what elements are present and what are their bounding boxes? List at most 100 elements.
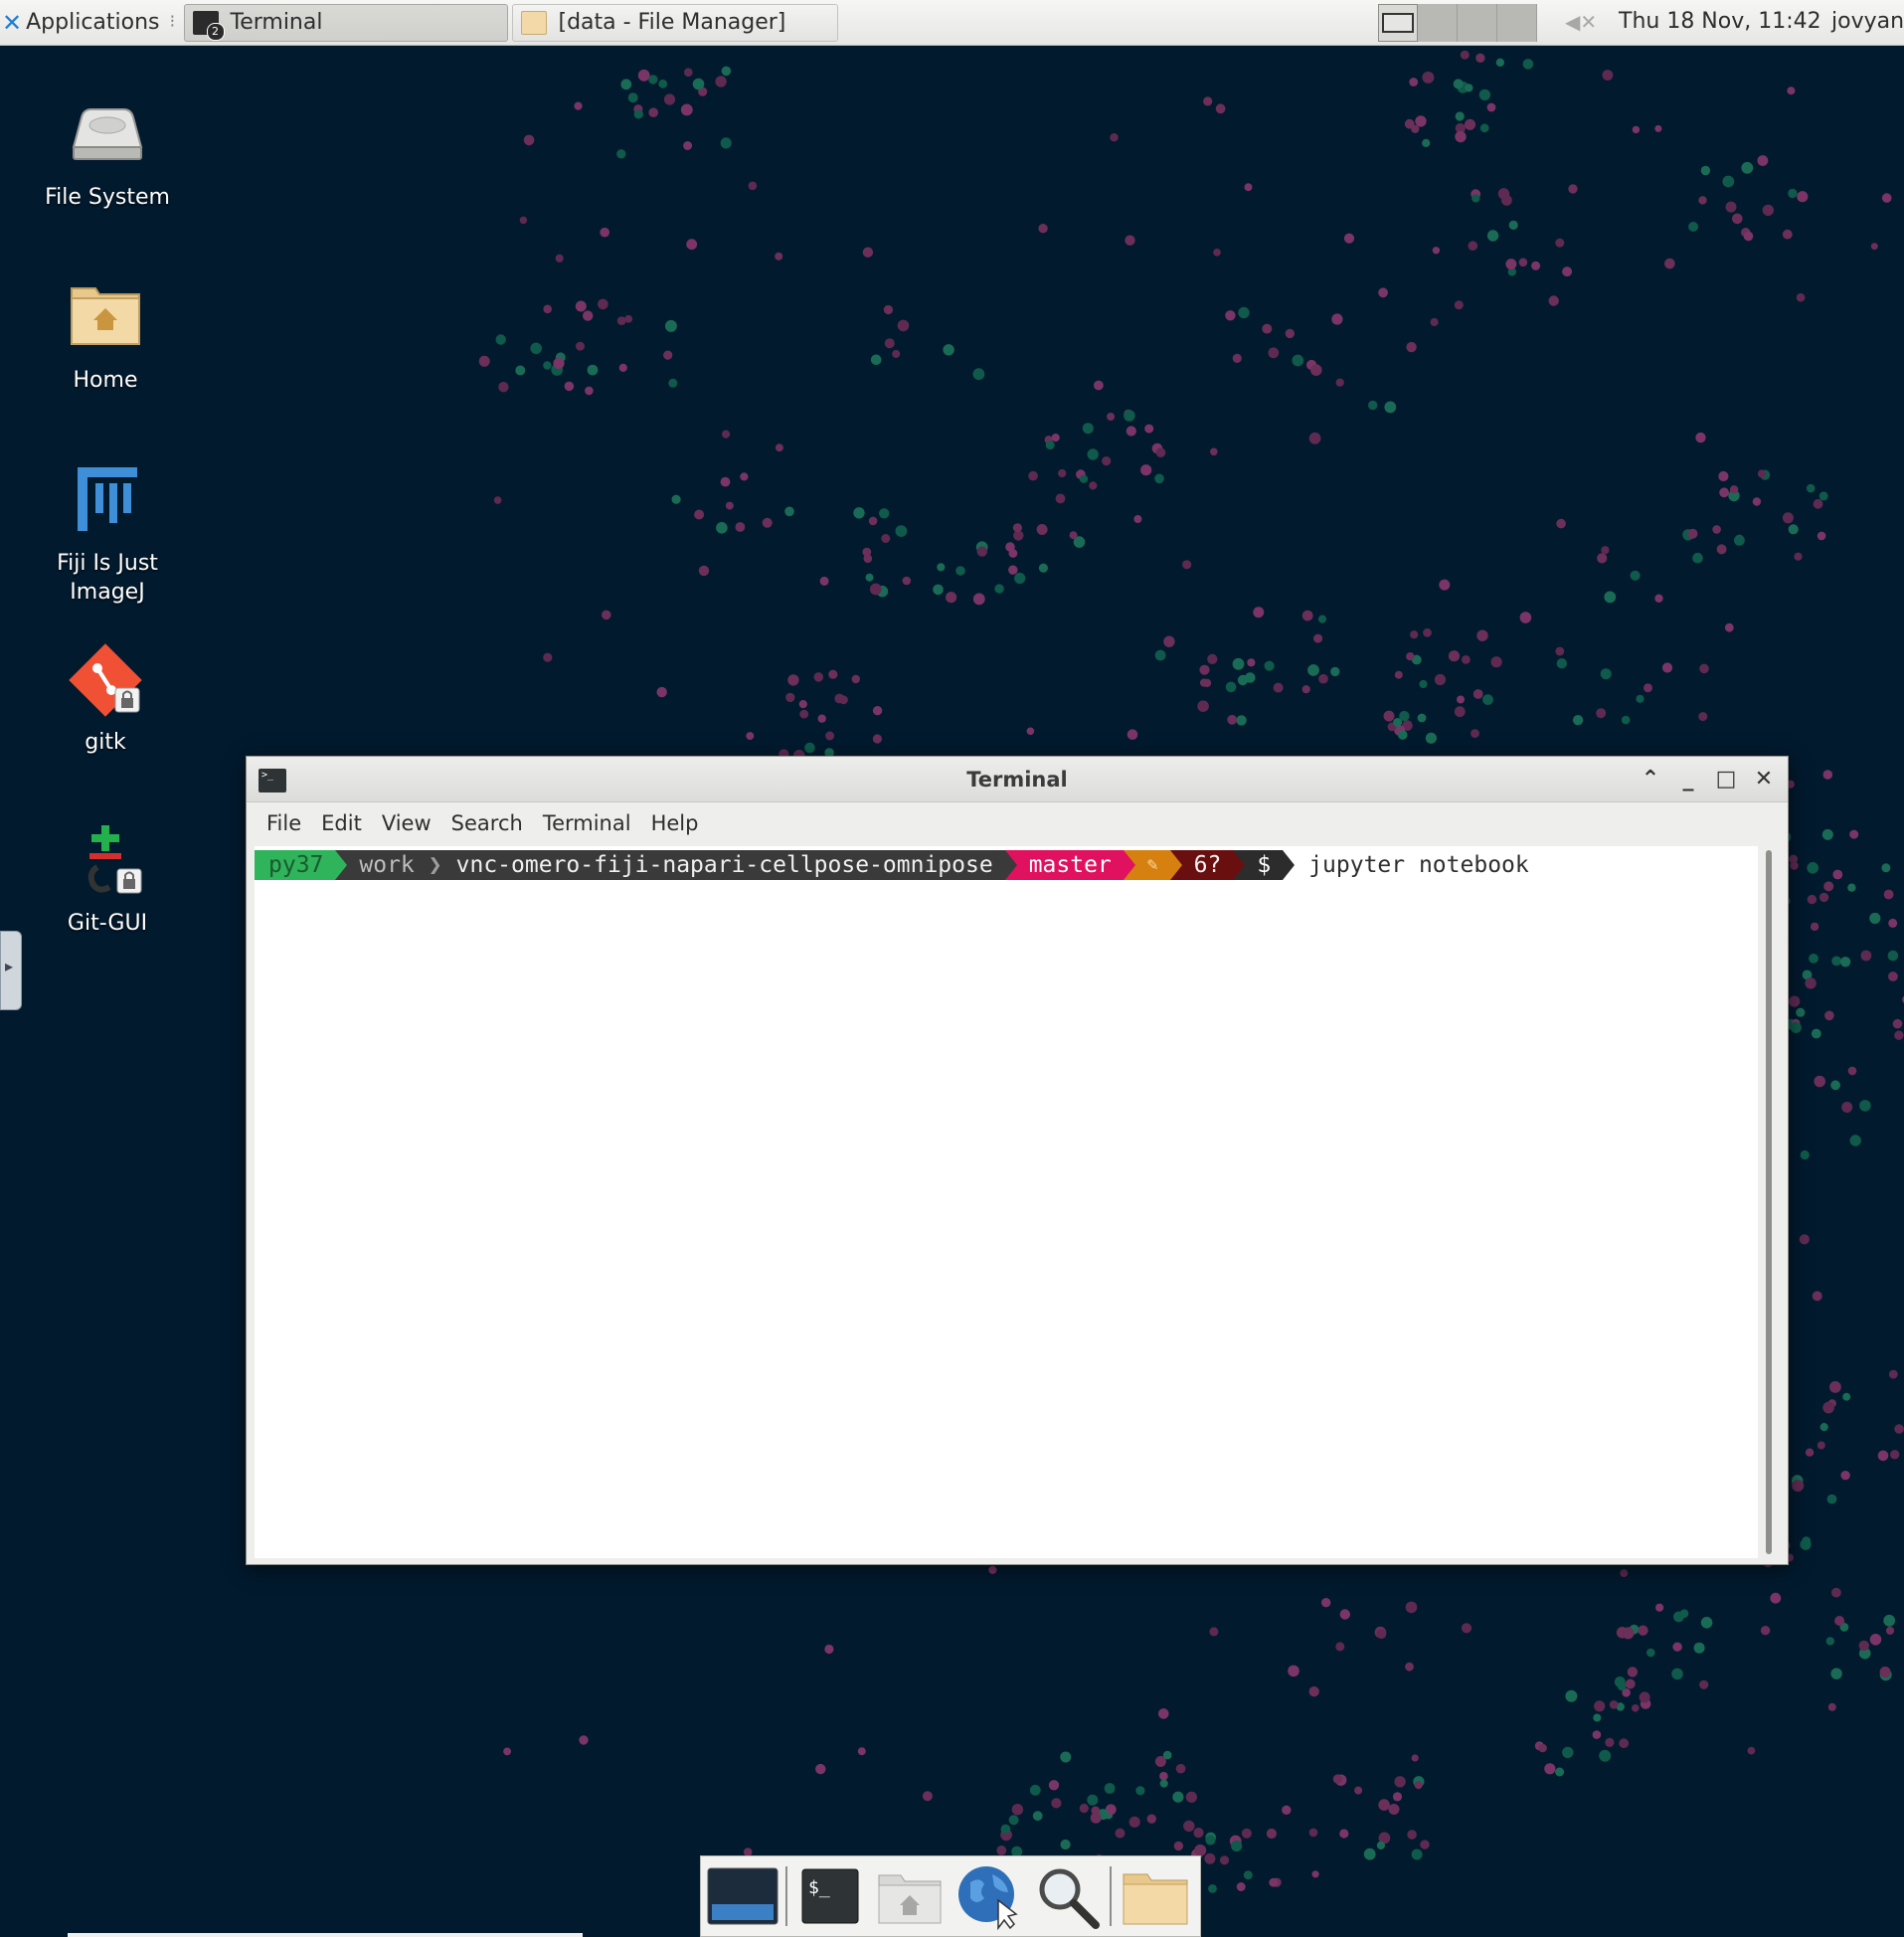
folder-icon[interactable] bbox=[1118, 1861, 1192, 1931]
wallpaper-dot bbox=[868, 516, 878, 526]
search-icon[interactable] bbox=[1029, 1861, 1104, 1931]
applications-menu-button[interactable]: ✕ Applications bbox=[0, 0, 166, 46]
wallpaper-dot bbox=[1622, 1627, 1635, 1640]
menu-search[interactable]: Search bbox=[441, 811, 533, 835]
wallpaper-dot bbox=[656, 686, 667, 698]
wallpaper-dot bbox=[1870, 243, 1878, 251]
wallpaper-dot bbox=[1273, 682, 1284, 693]
web-browser-icon[interactable] bbox=[951, 1861, 1025, 1931]
workspace-2[interactable] bbox=[1418, 4, 1458, 42]
wallpaper-dot bbox=[1722, 175, 1735, 188]
wallpaper-dot bbox=[478, 355, 490, 367]
wallpaper-dot bbox=[1008, 1815, 1019, 1826]
wallpaper-dot bbox=[1268, 347, 1280, 359]
wallpaper-dot bbox=[1544, 1763, 1556, 1775]
wallpaper-dot bbox=[1712, 525, 1721, 534]
desktop-icon-home[interactable]: Home bbox=[16, 278, 195, 395]
wallpaper-dot bbox=[1729, 485, 1739, 494]
wallpaper-dot bbox=[1045, 440, 1055, 450]
wallpaper-dot bbox=[543, 304, 552, 314]
menu-view[interactable]: View bbox=[372, 811, 441, 835]
window-titlebar[interactable]: >_ Terminal ⌃ _ □ ✕ bbox=[247, 757, 1788, 802]
terminal-scrollbar[interactable] bbox=[1762, 850, 1776, 1554]
user-menu[interactable]: jovyan bbox=[1831, 9, 1904, 34]
wallpaper-dot bbox=[1562, 1746, 1574, 1759]
minimize-button[interactable]: _ bbox=[1673, 765, 1703, 794]
wallpaper-dot bbox=[1814, 1075, 1825, 1088]
wallpaper-dot bbox=[1422, 138, 1431, 147]
wallpaper-dot bbox=[1471, 194, 1480, 203]
wallpaper-dot bbox=[1654, 124, 1662, 132]
maximize-button[interactable]: □ bbox=[1711, 765, 1741, 794]
desktop-icon-gitk[interactable]: gitk bbox=[16, 640, 195, 757]
wallpaper-dot bbox=[1841, 1102, 1853, 1113]
desktop-icon-git-gui[interactable]: Git-GUI bbox=[18, 821, 197, 938]
wallpaper-dot bbox=[1700, 1617, 1713, 1629]
wallpaper-dot bbox=[1301, 610, 1313, 621]
wallpaper-dot bbox=[543, 361, 552, 370]
terminal-icon[interactable]: $_ bbox=[793, 1861, 868, 1931]
wallpaper-dot bbox=[602, 610, 611, 620]
home-folder-icon bbox=[66, 278, 145, 358]
wallpaper-dot bbox=[1227, 714, 1238, 725]
workspace-4[interactable] bbox=[1497, 4, 1537, 42]
wallpaper-dot bbox=[1890, 1450, 1900, 1460]
wallpaper-dot bbox=[1565, 1689, 1578, 1702]
task-file-manager[interactable]: [data - File Manager] bbox=[511, 3, 838, 42]
wallpaper-dot bbox=[1135, 1786, 1145, 1796]
wallpaper-dot bbox=[813, 672, 824, 682]
wallpaper-dot bbox=[1839, 957, 1851, 968]
wallpaper-dot bbox=[1672, 1642, 1682, 1652]
menu-file[interactable]: File bbox=[257, 811, 311, 835]
wallpaper-dot bbox=[663, 350, 673, 360]
wallpaper-dot bbox=[1794, 552, 1803, 561]
side-panel-handle[interactable] bbox=[0, 931, 22, 1010]
screen-bottom-bar bbox=[68, 1933, 583, 1937]
wallpaper-dot bbox=[872, 734, 883, 744]
wallpaper-dot bbox=[530, 342, 542, 355]
workspace-1[interactable] bbox=[1378, 4, 1418, 42]
wallpaper-dot bbox=[1572, 715, 1584, 726]
wallpaper-dot bbox=[1809, 954, 1818, 964]
wallpaper-dot bbox=[1354, 1786, 1363, 1795]
desktop-icon-file-system[interactable]: File System bbox=[18, 95, 197, 212]
menu-help[interactable]: Help bbox=[641, 811, 709, 835]
wallpaper-dot bbox=[1213, 249, 1221, 257]
desktop-icon-fiji[interactable]: Fiji Is Just ImageJ bbox=[18, 461, 197, 607]
prompt-dirty-indicator: ✎ bbox=[1134, 850, 1170, 880]
menu-terminal[interactable]: Terminal bbox=[533, 811, 641, 835]
workspace-3[interactable] bbox=[1458, 4, 1497, 42]
wallpaper-dot bbox=[1599, 1749, 1612, 1762]
wallpaper-dot bbox=[1335, 1642, 1345, 1652]
wallpaper-dot bbox=[1823, 881, 1834, 892]
volume-muted-icon[interactable]: ◀✕ bbox=[1565, 10, 1597, 34]
wallpaper-dot bbox=[1831, 956, 1841, 967]
wallpaper-dot bbox=[1813, 498, 1823, 509]
dock-separator bbox=[1110, 1866, 1113, 1926]
wallpaper-dot bbox=[1406, 341, 1417, 353]
wallpaper-dot bbox=[862, 247, 874, 258]
show-desktop-icon[interactable] bbox=[705, 1861, 779, 1931]
shade-button[interactable]: ⌃ bbox=[1636, 765, 1665, 794]
wallpaper-dot bbox=[627, 92, 638, 103]
wallpaper-dot bbox=[1605, 1737, 1615, 1747]
terminal-output[interactable]: py37 work ❯ vnc-omero-fiji-napari-cellpo… bbox=[255, 846, 1758, 1558]
clock[interactable]: Thu 18 Nov, 11:42 bbox=[1619, 9, 1821, 34]
menu-edit[interactable]: Edit bbox=[311, 811, 372, 835]
wallpaper-dot bbox=[725, 501, 734, 510]
wallpaper-dot bbox=[1826, 1494, 1837, 1504]
wallpaper-dot bbox=[1012, 523, 1022, 533]
wallpaper-dot bbox=[1782, 512, 1794, 524]
task-terminal[interactable]: Terminal bbox=[183, 3, 508, 42]
prompt-arrow bbox=[1169, 850, 1182, 880]
wallpaper-dot bbox=[1478, 88, 1491, 101]
wallpaper-dot bbox=[1831, 1587, 1841, 1598]
home-folder-icon[interactable] bbox=[872, 1861, 947, 1931]
wallpaper-dot bbox=[1817, 1441, 1825, 1450]
wallpaper-dot bbox=[1318, 673, 1328, 684]
scrollbar-thumb[interactable] bbox=[1766, 850, 1772, 1554]
wallpaper-dot bbox=[1600, 668, 1612, 680]
close-button[interactable]: ✕ bbox=[1749, 765, 1779, 794]
wallpaper-dot bbox=[1796, 1007, 1806, 1017]
wallpaper-dot bbox=[1182, 560, 1192, 570]
